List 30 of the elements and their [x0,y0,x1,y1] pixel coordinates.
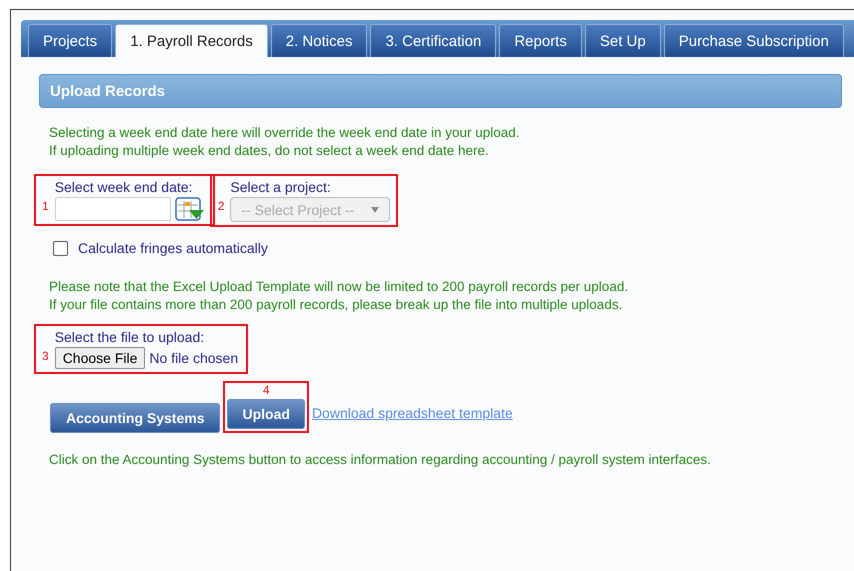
tab[interactable]: 2. Notices [270,24,368,57]
annotation-number: 4 [262,383,271,397]
tab[interactable]: Projects [28,24,112,57]
note-text: If your file contains more than 200 payroll records, please break up the file into multiple uploads. [49,296,624,314]
field-label: Select week end date: [54,179,194,195]
download-template-link[interactable]: Download spreadsheet template [312,405,513,421]
note-text: Click on the Accounting Systems button to access information regarding accounting / payroll system interfaces. [48,451,712,469]
file-status: No file chosen [149,350,238,366]
caret-icon [371,206,380,212]
note-text: Selecting a week end date here will override the week end date in your upload. [49,124,521,142]
note-text: If uploading multiple week end dates, do not select a week end date here. [49,142,490,160]
annotation-number: 2 [218,199,224,213]
tab[interactable]: 3. Certification [370,24,496,57]
annotation-number: 3 [42,349,49,363]
choose-file-button[interactable]: Choose File [54,347,146,369]
annotation-number: 1 [42,199,49,213]
tab[interactable]: Set Up [584,24,661,57]
section-title: Upload Records [50,82,166,100]
field-label: Select a project: [230,179,332,195]
tab[interactable]: 1. Payroll Records [115,24,268,57]
checkbox-label: Calculate fringes automatically [78,240,268,256]
tab[interactable]: Purchase Subscription [664,24,844,57]
note-text: Please note that the Excel Upload Template will now be limited to 200 payroll records per upload. [49,278,630,296]
upload-button[interactable]: Upload [227,399,305,429]
date-field[interactable] [54,197,171,221]
checkbox[interactable] [53,240,68,256]
tab[interactable]: Reports [499,24,582,57]
accounting-systems-button[interactable]: Accounting Systems [50,403,220,433]
field-label: Select the file to upload: [54,329,206,345]
calendar-icon[interactable] [174,197,205,221]
